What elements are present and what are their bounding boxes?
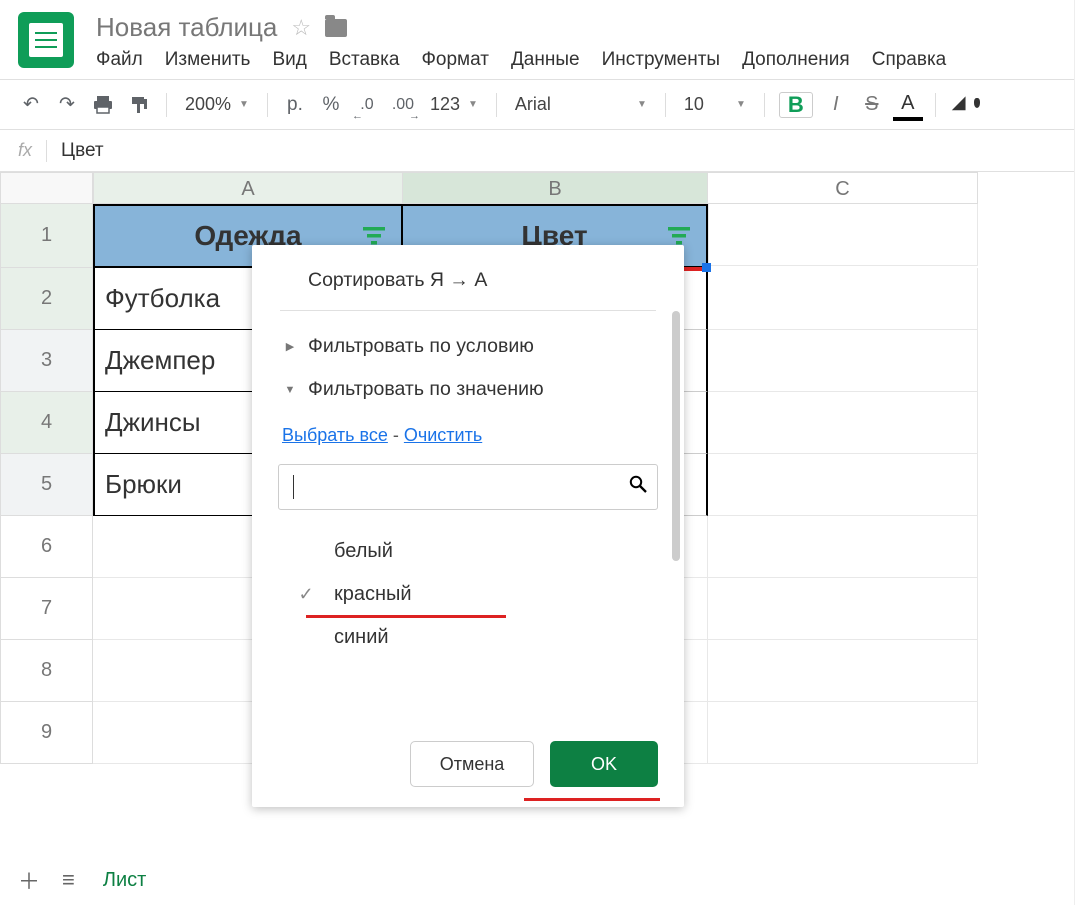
row-header-2[interactable]: 2 xyxy=(0,268,93,330)
folder-icon[interactable] xyxy=(325,19,347,37)
row-header-4[interactable]: 4 xyxy=(0,392,93,454)
fill-color-button[interactable] xyxy=(950,92,976,118)
menu-data[interactable]: Данные xyxy=(511,49,580,71)
font-selector[interactable]: Arial▼ xyxy=(511,92,651,117)
menu-tools[interactable]: Инструменты xyxy=(602,49,720,71)
filter-by-value[interactable]: ▼Фильтровать по значению xyxy=(252,368,684,411)
row-header-3[interactable]: 3 xyxy=(0,330,93,392)
column-header-c[interactable]: C xyxy=(708,172,978,204)
number-format-selector[interactable]: 123▼ xyxy=(426,92,482,117)
menu-addons[interactable]: Дополнения xyxy=(742,49,850,71)
font-size-selector[interactable]: 10▼ xyxy=(680,92,750,117)
all-sheets-button[interactable]: ≡ xyxy=(62,867,75,893)
add-sheet-button[interactable]: ＋ xyxy=(18,864,40,896)
text-color-button[interactable]: A xyxy=(895,92,921,118)
filter-by-condition[interactable]: ▶Фильтровать по условию xyxy=(252,325,684,368)
sort-desc-option[interactable]: Сортировать Я → А xyxy=(252,263,684,310)
cell-c9[interactable] xyxy=(708,702,978,764)
filter-value-красный[interactable]: ✓ красный xyxy=(288,573,654,616)
filter-value-белый[interactable]: белый xyxy=(288,530,654,573)
menu-help[interactable]: Справка xyxy=(872,49,947,71)
menu-view[interactable]: Вид xyxy=(272,49,306,71)
row-header-7[interactable]: 7 xyxy=(0,578,93,640)
filter-icon[interactable] xyxy=(361,225,387,247)
filter-popup: Сортировать Я → А ▶Фильтровать по услови… xyxy=(252,245,684,807)
bold-button[interactable]: B xyxy=(779,92,813,118)
row-header-9[interactable]: 9 xyxy=(0,702,93,764)
formula-value[interactable]: Цвет xyxy=(61,140,104,162)
document-title[interactable]: Новая таблица xyxy=(96,12,277,43)
menu-file[interactable]: Файл xyxy=(96,49,143,71)
cell-c5[interactable] xyxy=(708,454,978,516)
row-header-5[interactable]: 5 xyxy=(0,454,93,516)
star-icon[interactable]: ☆ xyxy=(291,15,311,41)
clear-link[interactable]: Очистить xyxy=(404,425,482,445)
decrease-decimal-button[interactable]: .0 ← xyxy=(354,92,380,118)
sheet-tab-1[interactable]: Лист xyxy=(97,863,152,898)
row-header-6[interactable]: 6 xyxy=(0,516,93,578)
toolbar: ↶ ↷ 200%▼ р. % .0 ← .00 → 123▼ Arial▼ 10… xyxy=(0,80,1074,130)
cell-c1[interactable] xyxy=(708,204,978,266)
print-icon[interactable] xyxy=(90,92,116,118)
search-icon xyxy=(629,475,647,499)
menu-insert[interactable]: Вставка xyxy=(329,49,400,71)
redo-icon[interactable]: ↷ xyxy=(54,92,80,118)
sheet-tabs: ＋ ≡ Лист xyxy=(18,855,152,905)
italic-button[interactable]: I xyxy=(823,92,849,118)
cell-c3[interactable] xyxy=(708,330,978,392)
scrollbar[interactable] xyxy=(672,311,680,561)
cell-c7[interactable] xyxy=(708,578,978,640)
filter-icon[interactable] xyxy=(666,225,692,247)
sheets-logo xyxy=(18,12,74,68)
select-all-link[interactable]: Выбрать все xyxy=(282,425,388,445)
strikethrough-button[interactable]: S xyxy=(859,92,885,118)
currency-button[interactable]: р. xyxy=(282,92,308,118)
cell-c4[interactable] xyxy=(708,392,978,454)
column-header-a[interactable]: A xyxy=(93,172,403,204)
row-header-1[interactable]: 1 xyxy=(0,204,93,268)
formula-bar: fx Цвет xyxy=(0,130,1074,172)
percent-button[interactable]: % xyxy=(318,92,344,118)
increase-decimal-button[interactable]: .00 → xyxy=(390,92,416,118)
undo-icon[interactable]: ↶ xyxy=(18,92,44,118)
column-header-b[interactable]: B xyxy=(403,172,708,204)
cell-c6[interactable] xyxy=(708,516,978,578)
cell-c8[interactable] xyxy=(708,640,978,702)
menu-bar: Файл Изменить Вид Вставка Формат Данные … xyxy=(96,49,1056,71)
ok-button[interactable]: OK xyxy=(550,741,658,787)
zoom-selector[interactable]: 200%▼ xyxy=(181,92,253,117)
filter-value-синий[interactable]: синий xyxy=(288,616,654,659)
filter-search-input[interactable] xyxy=(278,464,658,510)
cell-c2[interactable] xyxy=(708,268,978,330)
fx-label: fx xyxy=(18,140,32,161)
paint-format-icon[interactable] xyxy=(126,92,152,118)
row-header-8[interactable]: 8 xyxy=(0,640,93,702)
check-icon: ✓ xyxy=(294,584,318,605)
cancel-button[interactable]: Отмена xyxy=(410,741,534,787)
menu-edit[interactable]: Изменить xyxy=(165,49,251,71)
menu-format[interactable]: Формат xyxy=(421,49,489,71)
